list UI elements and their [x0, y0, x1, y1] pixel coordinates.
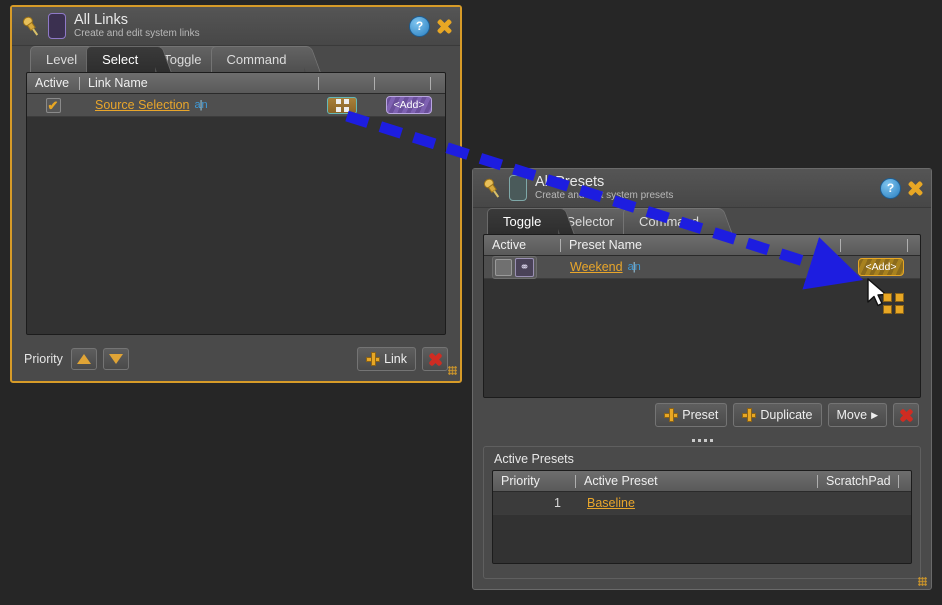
column-header-link-name[interactable]: Link Name [80, 76, 318, 90]
active-presets-table: Priority Active Preset ScratchPad 1 Base… [492, 470, 912, 564]
column-divider[interactable] [318, 76, 319, 90]
row-active-cell: ⚭ [484, 255, 560, 279]
table-row[interactable]: ⚭ Weekend a|n <Add> [484, 255, 920, 279]
chain-link-icon[interactable]: ⚭ [515, 257, 534, 277]
active-presets-header: Priority Active Preset ScratchPad [493, 471, 911, 492]
tab-toggle[interactable]: Toggle [487, 208, 559, 234]
page-title: All Presets [535, 173, 605, 190]
row-priority-cell: 1 [554, 496, 561, 510]
priority-down-button[interactable] [102, 348, 129, 370]
plus-icon [664, 408, 679, 422]
column-divider[interactable] [79, 76, 80, 90]
row-name-cell: Source Selection a|n [79, 98, 311, 112]
presets-table-header: Active Preset Name [484, 235, 920, 256]
active-presets-title: Active Presets [494, 452, 574, 466]
close-icon[interactable] [905, 178, 925, 198]
row-active-cell: ✔ [27, 97, 79, 113]
help-icon[interactable]: ? [409, 15, 430, 37]
arrow-up-icon [76, 354, 91, 364]
resize-grip[interactable] [448, 366, 457, 375]
tab-level[interactable]: Level [30, 46, 95, 72]
active-checkbox[interactable] [495, 258, 512, 276]
add-preset-button[interactable]: Preset [655, 403, 728, 427]
pushpin-icon [483, 178, 500, 198]
column-divider[interactable] [374, 76, 375, 90]
column-divider[interactable] [898, 474, 899, 488]
column-divider[interactable] [560, 238, 561, 252]
all-links-titlebar[interactable]: All Links Create and edit system links ? [12, 7, 460, 46]
active-presets-body: 1 Baseline [493, 492, 911, 563]
links-table: Active Link Name ✔ Source Selection a|n [26, 72, 446, 335]
all-presets-window: All Presets Create and edit system prese… [472, 168, 932, 590]
tab-select[interactable]: Select [86, 46, 156, 72]
column-divider[interactable] [907, 238, 908, 252]
active-checkbox[interactable]: ✔ [45, 97, 61, 113]
all-links-window: All Links Create and edit system links ?… [10, 5, 462, 383]
panel-splitter[interactable] [473, 435, 931, 445]
add-button[interactable]: <Add> [385, 96, 433, 114]
move-label: Move [836, 408, 868, 422]
column-header-active-preset[interactable]: Active Preset [576, 474, 817, 488]
tab-command[interactable]: Command [210, 46, 304, 72]
rename-icon[interactable]: a|n [628, 261, 641, 273]
arrow-down-icon [108, 354, 123, 364]
page-subtitle: Create and edit system presets [535, 189, 674, 201]
grid-drag-icon[interactable] [327, 96, 357, 114]
duplicate-preset-button[interactable]: Duplicate [733, 403, 822, 427]
row-grid-cell [311, 96, 373, 114]
row-preset-cell: Baseline [575, 496, 831, 510]
row-add-cell: <Add> [842, 258, 920, 276]
plus-icon [366, 352, 381, 366]
duplicate-label: Duplicate [760, 408, 813, 422]
priority-label: Priority [24, 352, 63, 366]
column-header-scratchpad[interactable]: ScratchPad [818, 474, 898, 488]
page-subtitle: Create and edit system links [74, 27, 200, 39]
column-header-active[interactable]: Active [27, 76, 79, 90]
links-footer: Priority Link [12, 341, 460, 377]
active-toggle-group: ⚭ [492, 255, 537, 279]
priority-up-button[interactable] [70, 348, 97, 370]
table-row[interactable]: 1 Baseline [493, 492, 911, 515]
links-table-body: ✔ Source Selection a|n <Add> [27, 94, 445, 334]
column-divider[interactable] [840, 238, 841, 252]
column-header-active[interactable]: Active [484, 238, 560, 252]
links-table-header: Active Link Name [27, 73, 445, 94]
delete-icon[interactable] [422, 347, 448, 371]
page-title: All Links [74, 11, 128, 28]
row-name-cell: Weekend a|n [560, 260, 842, 274]
presets-footer: Preset Duplicate Move ▶ [473, 398, 931, 432]
chevron-right-icon: ▶ [871, 409, 878, 420]
presets-tabstrip: Toggle Selector Command [473, 208, 931, 234]
window-type-badge [509, 175, 527, 201]
add-link-label: Link [384, 352, 407, 366]
add-button[interactable]: <Add> [857, 258, 905, 276]
move-button[interactable]: Move ▶ [827, 403, 887, 427]
delete-icon[interactable] [893, 403, 919, 427]
table-row[interactable]: ✔ Source Selection a|n <Add> [27, 94, 445, 117]
tab-command[interactable]: Command [623, 208, 716, 234]
resize-grip[interactable] [918, 577, 927, 586]
column-divider[interactable] [817, 474, 818, 488]
active-presets-panel: Active Presets Priority Active Preset Sc… [483, 446, 921, 579]
links-tabstrip: Level Select Toggle Command [12, 46, 460, 72]
column-header-priority[interactable]: Priority [493, 474, 575, 488]
add-link-button[interactable]: Link [357, 347, 416, 371]
plus-icon [742, 408, 757, 422]
pushpin-icon [22, 16, 39, 36]
column-divider[interactable] [575, 474, 576, 488]
rename-icon[interactable]: a|n [195, 99, 208, 111]
all-presets-titlebar[interactable]: All Presets Create and edit system prese… [473, 169, 931, 208]
add-preset-label: Preset [682, 408, 719, 422]
active-preset-link[interactable]: Baseline [587, 496, 635, 510]
row-add-cell: <Add> [373, 96, 445, 114]
help-icon[interactable]: ? [880, 177, 901, 199]
link-name-link[interactable]: Source Selection [95, 98, 190, 112]
presets-table-body: ⚭ Weekend a|n <Add> [484, 255, 920, 397]
close-icon[interactable] [434, 16, 454, 36]
column-divider[interactable] [430, 76, 431, 90]
column-header-preset-name[interactable]: Preset Name [561, 238, 840, 252]
window-type-badge [48, 13, 66, 39]
presets-table: Active Preset Name ⚭ Weekend a|n <Add> [483, 234, 921, 398]
preset-name-link[interactable]: Weekend [570, 260, 623, 274]
